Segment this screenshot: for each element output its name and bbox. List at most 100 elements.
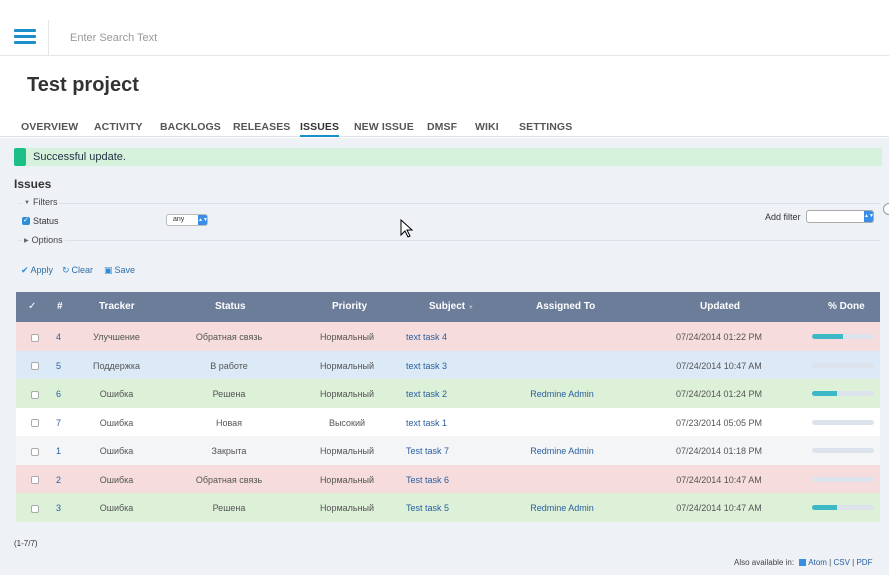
row-checkbox[interactable] [31, 362, 39, 371]
table-row[interactable]: 2 Ошибка Обратная связь Нормальный Test task… [16, 464, 880, 493]
issue-subject-link[interactable]: Test task 6 [406, 475, 449, 485]
export-csv-link[interactable]: CSV [833, 558, 849, 567]
issue-tracker: Ошибка [99, 417, 134, 428]
table-header: ✓ # Tracker Status Priority Subject ▼ As… [16, 292, 880, 322]
issue-id-link[interactable]: 6 [56, 389, 61, 399]
issue-assignee-link[interactable]: Redmine Admin [512, 446, 612, 456]
status-filter-label: Status [33, 215, 59, 226]
header-divider [48, 20, 49, 56]
column-header-id[interactable]: # [57, 301, 63, 312]
row-checkbox[interactable] [31, 447, 39, 456]
issue-id-link[interactable]: 1 [56, 446, 61, 456]
apply-button[interactable]: ✔ Apply [21, 265, 53, 276]
hamburger-menu-icon[interactable] [14, 29, 36, 45]
progress-bar [812, 391, 874, 396]
column-header-done[interactable]: % Done [828, 301, 865, 312]
issue-id-link[interactable]: 5 [56, 361, 61, 371]
flash-notice: Successful update. [14, 148, 882, 166]
row-checkbox[interactable] [31, 333, 39, 342]
status-operator-value: any [173, 216, 185, 223]
issue-subject-link[interactable]: text task 3 [406, 361, 447, 371]
status-filter-checkbox[interactable] [22, 216, 30, 225]
tab-issues[interactable]: ISSUES [300, 121, 340, 137]
options-legend-label: Options [31, 235, 63, 245]
table-row[interactable]: 4 Улучшение Обратная связь Нормальный text t… [16, 322, 880, 351]
issue-tracker: Улучшение [93, 332, 140, 342]
issue-id-link[interactable]: 3 [56, 503, 61, 513]
issue-status: В работе [210, 360, 248, 371]
column-header-priority[interactable]: Priority [332, 301, 367, 312]
issue-updated: 07/23/2014 05:05 PM [675, 417, 763, 428]
add-filter-label: Add filter [765, 212, 801, 222]
issue-priority: Нормальный [319, 446, 375, 456]
top-bar [0, 0, 889, 56]
tab-overview[interactable]: OVERVIEW [21, 121, 78, 133]
export-pdf-link[interactable]: PDF [856, 558, 872, 567]
checkmark-icon: ✔ [21, 265, 29, 275]
clear-button[interactable]: ↻ Clear [62, 265, 93, 276]
scroll-handle[interactable] [883, 203, 889, 215]
issues-heading: Issues [14, 177, 52, 191]
issue-tracker: Поддержка [93, 360, 140, 371]
tab-dmsf[interactable]: DMSF [427, 121, 457, 133]
issue-id-link[interactable]: 2 [56, 475, 61, 485]
issue-assignee-link[interactable]: Redmine Admin [512, 389, 612, 399]
issue-status: Решена [212, 503, 246, 513]
issue-subject-link[interactable]: text task 4 [406, 332, 447, 342]
tab-wiki[interactable]: WIKI [475, 121, 499, 133]
filters-legend[interactable]: ▼ Filters [22, 197, 60, 207]
tab-backlogs[interactable]: BACKLOGS [160, 121, 221, 133]
issue-priority: Нормальный [319, 332, 375, 342]
progress-fill [812, 391, 837, 396]
table-row[interactable]: 5 Поддержка В работе Нормальный text task 3 0… [16, 350, 880, 379]
issue-updated: 07/24/2014 10:47 AM [676, 474, 762, 485]
issue-status: Решена [212, 389, 246, 399]
column-header-tracker[interactable]: Tracker [99, 301, 135, 312]
issue-id-link[interactable]: 4 [56, 332, 61, 342]
save-button[interactable]: ▣ Save [104, 265, 135, 276]
row-checkbox[interactable] [31, 390, 39, 399]
issue-priority: Нормальный [319, 503, 375, 513]
select-all-toggle[interactable]: ✓ [28, 301, 36, 312]
column-header-status[interactable]: Status [215, 301, 246, 312]
issue-subject-link[interactable]: Test task 5 [406, 503, 449, 513]
save-icon: ▣ [104, 265, 113, 275]
table-row[interactable]: 6 Ошибка Решена Нормальный text task 2 Redmin… [16, 379, 880, 408]
issue-subject-link[interactable]: Test task 7 [406, 446, 449, 456]
issue-assignee-link[interactable]: Redmine Admin [512, 503, 612, 513]
export-atom-link[interactable]: Atom [808, 558, 827, 567]
table-row[interactable]: 7 Ошибка Новая Высокий text task 1 07/23/2014… [16, 407, 880, 436]
issue-subject-link[interactable]: text task 2 [406, 389, 447, 399]
table-row[interactable]: 3 Ошибка Решена Нормальный Test task 5 Redmin… [16, 493, 880, 522]
progress-fill [812, 505, 837, 510]
table-row[interactable]: 1 Ошибка Закрыта Нормальный Test task 7 Redmi… [16, 436, 880, 465]
add-filter-select[interactable]: ▲▼ [806, 210, 874, 223]
tab-new-issue[interactable]: NEW ISSUE [354, 121, 414, 133]
tab-activity[interactable]: ACTIVITY [94, 121, 143, 133]
table-body: 4 Улучшение Обратная связь Нормальный text t… [16, 322, 880, 522]
issue-updated: 07/24/2014 01:22 PM [675, 332, 763, 342]
column-header-subject[interactable]: Subject ▼ [429, 301, 474, 312]
filters-legend-label: Filters [32, 197, 58, 207]
triangle-right-icon: ▶ [24, 238, 29, 244]
refresh-icon: ↻ [62, 265, 70, 275]
row-checkbox[interactable] [31, 419, 39, 428]
triangle-down-icon: ▼ [24, 200, 30, 206]
issue-id-link[interactable]: 7 [56, 418, 61, 428]
sort-arrow-icon: ▼ [467, 305, 474, 311]
column-header-assigned-to[interactable]: Assigned To [536, 301, 595, 312]
options-legend[interactable]: ▶ Options [22, 235, 65, 245]
issue-tracker: Ошибка [99, 503, 134, 513]
progress-bar [812, 448, 874, 453]
issue-subject-link[interactable]: text task 1 [406, 418, 447, 428]
issue-tracker: Ошибка [99, 474, 134, 485]
search-input[interactable] [62, 28, 362, 48]
column-header-updated[interactable]: Updated [700, 301, 740, 312]
tab-settings[interactable]: SETTINGS [519, 121, 572, 133]
issue-updated: 07/24/2014 10:47 AM [676, 360, 762, 371]
row-checkbox[interactable] [31, 476, 39, 485]
status-operator-select[interactable]: any ▲▼ [166, 214, 208, 226]
progress-bar [812, 505, 874, 510]
row-checkbox[interactable] [31, 504, 39, 513]
tab-releases[interactable]: RELEASES [233, 121, 290, 133]
